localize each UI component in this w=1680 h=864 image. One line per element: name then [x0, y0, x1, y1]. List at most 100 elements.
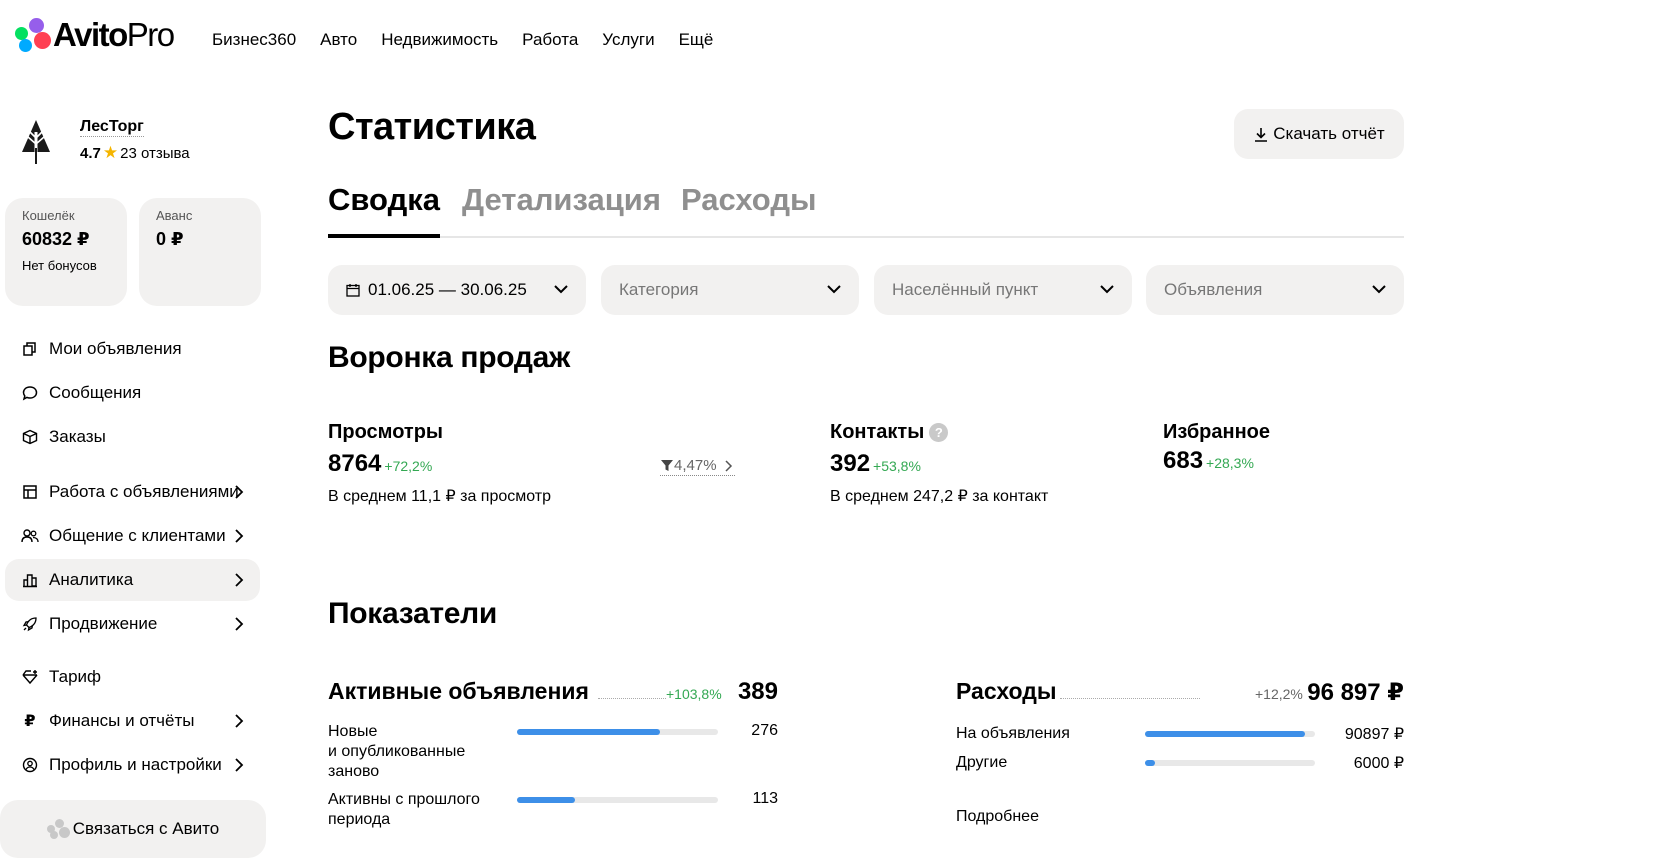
sidebar-item-label: Тариф	[49, 667, 102, 686]
contacts-value: 392 +53,8%	[830, 450, 1048, 478]
expenses-card: Расходы +12,2% 96 897 ₽ На объявления 90…	[956, 678, 1404, 825]
sidebar-item-ads-work[interactable]: Работа с объявлениями	[5, 471, 260, 513]
avito-logo-dots-icon	[15, 18, 51, 52]
date-range-select[interactable]: 01.06.25 — 30.06.25	[328, 265, 586, 315]
progress-fill	[517, 729, 660, 735]
profile-icon	[20, 755, 40, 775]
sidebar-item-profile[interactable]: Профиль и настройки	[5, 744, 260, 786]
progress-bar	[517, 729, 718, 735]
users-icon	[20, 526, 40, 546]
chevron-right-icon	[235, 617, 244, 631]
tab-expenses[interactable]: Расходы	[681, 182, 817, 238]
top-header: AvitoPro Бизнес360 Авто Недвижимость Раб…	[0, 0, 1680, 82]
chevron-right-icon	[235, 573, 244, 587]
expenses-delta: +12,2%	[1255, 686, 1303, 702]
rating-score: 4.7	[80, 144, 101, 162]
expenses-value: 96 897 ₽	[1307, 679, 1404, 706]
progress-bar	[517, 797, 718, 803]
help-icon[interactable]: ?	[929, 423, 949, 442]
chevron-right-icon	[235, 529, 244, 543]
download-report-label: Скачать отчёт	[1273, 124, 1385, 143]
more-details-link[interactable]: Подробнее	[956, 808, 1039, 826]
contacts-avg: В среднем 247,2 ₽ за контакт	[830, 488, 1049, 505]
filters: 01.06.25 — 30.06.25 Категория Населённый…	[328, 265, 1404, 315]
progress-fill	[517, 797, 576, 803]
chevron-right-icon	[235, 714, 244, 728]
advance-card[interactable]: Аванс 0 ₽	[139, 198, 261, 306]
expense-row: Другие 6000 ₽	[956, 753, 1404, 773]
conversion-value: 4,47%	[674, 457, 717, 474]
wallet-card[interactable]: Кошелёк 60832 ₽ Нет бонусов	[5, 198, 127, 306]
calendar-icon	[346, 284, 360, 297]
city-select[interactable]: Населённый пункт	[874, 265, 1132, 315]
sidebar-item-analytics[interactable]: Аналитика	[5, 559, 260, 601]
sidebar-item-label: Работа с объявлениями	[49, 482, 239, 501]
page-title: Статистика	[328, 106, 536, 148]
star-icon: ★	[102, 143, 119, 162]
ruble-icon: ₽	[24, 713, 36, 730]
company-rating[interactable]: 4.7 ★ 23 отзыва	[80, 143, 240, 163]
rocket-icon	[20, 614, 40, 634]
nav-business360[interactable]: Бизнес360	[212, 30, 296, 50]
favorites-delta: +28,3%	[1206, 455, 1254, 471]
favorites-label: Избранное	[1163, 421, 1271, 443]
logo-text: AvitoPro	[53, 16, 175, 53]
nav-auto[interactable]: Авто	[320, 30, 357, 50]
nav-more[interactable]: Ещё	[679, 30, 714, 50]
active-ads-label: Активные объявления	[328, 678, 589, 704]
breakdown-row: Новые и опубликованные заново 276	[328, 722, 778, 784]
contacts-metric: Контакты? 392 +53,8% В среднем 247,2 ₽ за…	[830, 421, 1048, 506]
views-metric: Просмотры 8764 +72,2% В среднем 11,1 ₽ за…	[328, 421, 551, 506]
expenses-label: Расходы	[956, 678, 1057, 704]
chevron-right-icon	[235, 485, 244, 499]
wallets: Кошелёк 60832 ₽ Нет бонусов Аванс 0 ₽	[5, 198, 261, 306]
avito-pro-logo[interactable]: AvitoPro	[15, 16, 175, 53]
tab-details[interactable]: Детализация	[462, 182, 661, 238]
sidebar-item-orders[interactable]: Заказы	[5, 416, 260, 458]
conversion-rate[interactable]: 4,47%	[660, 457, 735, 476]
tabs: Сводка Детализация Расходы	[328, 182, 1404, 238]
funnel-icon	[661, 460, 673, 471]
logo-avito: Avito	[53, 16, 128, 53]
sidebar-item-finance[interactable]: ₽ Финансы и отчёты	[5, 700, 260, 742]
contact-avito-button[interactable]: Связаться с Авито	[0, 800, 266, 858]
company-card[interactable]: ЛесТорг 4.7 ★ 23 отзыва	[18, 118, 190, 164]
sidebar-item-tariff[interactable]: Тариф	[5, 656, 260, 698]
ads-select[interactable]: Объявления	[1146, 265, 1404, 315]
contacts-delta: +53,8%	[873, 458, 921, 474]
funnel-title: Воронка продаж	[328, 341, 570, 374]
progress-bar	[1145, 731, 1315, 737]
logo-pro: Pro	[126, 16, 175, 53]
contact-avito-label: Связаться с Авито	[72, 819, 220, 838]
download-report-button[interactable]: Скачать отчёт	[1234, 109, 1404, 159]
active-ads-card: Активные объявления +103,8% 389 Новые и …	[328, 678, 778, 832]
chevron-down-icon	[1100, 285, 1114, 294]
chat-icon	[20, 383, 40, 403]
sidebar-item-label: Финансы и отчёты	[49, 711, 195, 730]
chevron-down-icon	[827, 285, 841, 294]
sidebar-item-clients[interactable]: Общение с клиентами	[5, 515, 260, 557]
nav-services[interactable]: Услуги	[602, 30, 654, 50]
views-avg: В среднем 11,1 ₽ за просмотр	[328, 488, 552, 505]
chevron-right-icon	[235, 758, 244, 772]
sidebar-item-label: Общение с клиентами	[49, 526, 226, 545]
sidebar-item-label: Мои объявления	[49, 339, 182, 358]
nav-jobs[interactable]: Работа	[522, 30, 578, 50]
sidebar-item-promotion[interactable]: Продвижение	[5, 603, 260, 645]
sidebar-item-messages[interactable]: Сообщения	[5, 372, 260, 414]
chevron-down-icon	[554, 285, 568, 294]
wallet-value: 60832 ₽	[22, 229, 90, 249]
company-info: ЛесТорг 4.7 ★ 23 отзыва	[80, 118, 240, 163]
sidebar-item-my-ads[interactable]: Мои объявления	[5, 328, 260, 370]
advance-value: 0 ₽	[156, 229, 184, 249]
chevron-down-icon	[1372, 285, 1386, 294]
label-line: заново	[328, 763, 380, 780]
company-name[interactable]: ЛесТорг	[80, 118, 144, 137]
tree-logo-icon	[22, 120, 50, 164]
indicators-title: Показатели	[328, 597, 498, 630]
views-number: 8764	[328, 450, 382, 477]
nav-realty[interactable]: Недвижимость	[381, 30, 498, 50]
reviews-count: 23 отзыва	[120, 144, 190, 162]
category-select[interactable]: Категория	[601, 265, 859, 315]
tab-summary[interactable]: Сводка	[328, 182, 440, 238]
